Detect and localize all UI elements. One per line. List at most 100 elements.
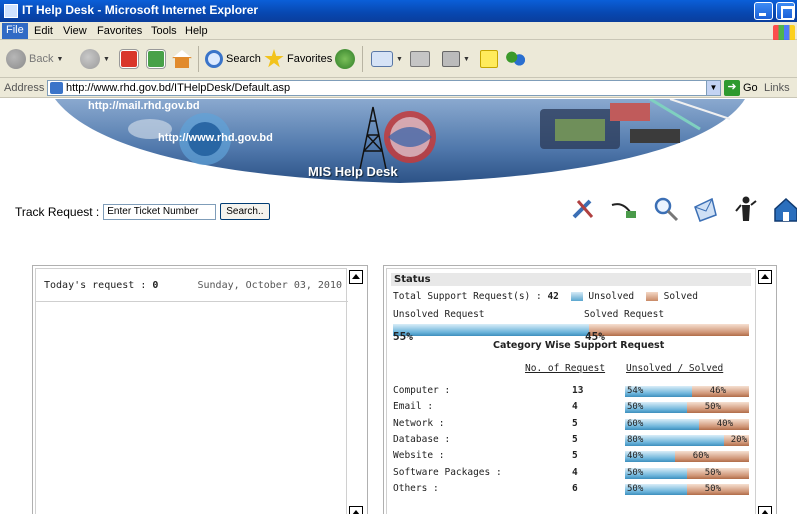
category-title: Category Wise Support Request [493, 340, 665, 351]
unsolved-percent: 55% [393, 330, 413, 343]
todays-request-label: Today's request : [44, 280, 147, 291]
menu-edit[interactable]: Edit [34, 25, 53, 37]
unsolved-percent-label: 80% [627, 435, 644, 445]
todays-request-label-group: Today's request : 0 [44, 280, 158, 296]
category-count: 5 [572, 418, 578, 429]
menu-file[interactable]: File [2, 23, 28, 39]
mail-icon [371, 51, 393, 67]
unsolved-percent-label: 50% [627, 484, 644, 494]
forward-arrow-icon [80, 49, 100, 69]
scroll-down-button[interactable] [758, 506, 772, 514]
go-button[interactable]: ➜ Go [724, 80, 758, 96]
printer-icon [410, 51, 430, 67]
category-count: 6 [572, 483, 578, 494]
scroll-down-button[interactable] [349, 506, 363, 514]
search-icon [205, 50, 223, 68]
window-title: IT Help Desk - Microsoft Internet Explor… [22, 3, 259, 17]
network-cable-icon[interactable] [610, 195, 638, 223]
ie-window-icon [4, 4, 18, 18]
site-url-text: http://www.rhd.gov.bd [158, 132, 273, 144]
category-count: 5 [572, 434, 578, 445]
solved-percent-label: 50% [704, 484, 721, 494]
unsolved-percent-label: 60% [627, 419, 644, 429]
minimize-button[interactable] [754, 2, 773, 20]
favorites-label: Favorites [287, 53, 333, 65]
unsolved-request-label: Unsolved Request [393, 309, 485, 320]
favorites-button[interactable]: Favorites [264, 48, 332, 70]
maximize-button[interactable] [776, 2, 795, 20]
scroll-up-button[interactable] [758, 270, 772, 284]
refresh-button[interactable] [147, 48, 165, 70]
todays-request-row: Today's request : 0 Sunday, October 03, … [44, 280, 342, 296]
toolbar: Back ▼ ▼ Search Favorites ▼ ▼ [0, 40, 797, 78]
category-ratio-bar: 80% 20% [625, 435, 749, 446]
help-person-icon[interactable] [732, 195, 760, 223]
magnifier-icon[interactable] [652, 195, 680, 223]
total-requests-row: Total Support Request(s) : 42 Unsolved S… [393, 291, 698, 302]
solved-request-label: Solved Request [584, 309, 665, 320]
menu-help[interactable]: Help [185, 25, 208, 37]
track-label: Track Request : [15, 204, 100, 219]
col-requests-header: No. of Request [525, 363, 606, 374]
history-button[interactable] [335, 48, 355, 70]
print-button[interactable] [410, 48, 430, 70]
edit-button[interactable]: ▼ [442, 48, 470, 70]
address-label: Address [4, 82, 45, 94]
toolbar-separator [198, 46, 199, 72]
todays-date: Sunday, October 03, 2010 [197, 280, 343, 291]
search-button[interactable]: Search [205, 48, 261, 70]
forward-button[interactable]: ▼ [80, 48, 110, 70]
status-heading: Status [391, 273, 751, 286]
back-button[interactable]: Back ▼ [6, 48, 63, 70]
unsolved-bar [393, 324, 589, 336]
category-name: Others : [393, 483, 439, 494]
category-ratio-bar: 50% 50% [625, 484, 749, 495]
links-label[interactable]: Links [764, 82, 790, 94]
banner: http://mail.rhd.gov.bd http://www.rhd.go… [0, 99, 797, 185]
back-arrow-icon [6, 49, 26, 69]
refresh-icon [147, 50, 165, 68]
page-icon [50, 82, 63, 94]
history-icon [335, 49, 355, 69]
dropdown-arrow-icon: ▼ [396, 55, 403, 63]
home-icon [172, 50, 192, 68]
tools-icon[interactable] [570, 195, 598, 223]
menu-view[interactable]: View [63, 25, 87, 37]
unsolved-legend-swatch [570, 292, 583, 301]
home-button[interactable] [172, 48, 192, 70]
unsolved-legend-label: Unsolved [588, 291, 635, 302]
scroll-up-button[interactable] [349, 270, 363, 284]
mail-send-icon[interactable] [692, 195, 720, 223]
address-input[interactable]: http://www.rhd.gov.bd/ITHelpDesk/Default… [47, 80, 721, 96]
category-ratio-bar: 50% 50% [625, 468, 749, 479]
banner-title: MIS Help Desk [308, 164, 398, 179]
mail-button[interactable]: ▼ [371, 48, 403, 70]
col-ratio-header: Unsolved / Solved [626, 363, 724, 374]
go-arrow-icon: ➜ [724, 80, 740, 96]
stop-button[interactable] [120, 48, 138, 70]
address-dropdown-icon[interactable]: ▼ [706, 81, 720, 95]
menu-tools[interactable]: Tools [151, 25, 177, 37]
star-icon [264, 49, 284, 68]
solved-percent-label: 20% [730, 435, 747, 445]
category-name: Software Packages : [393, 467, 502, 478]
todays-request-count: 0 [152, 280, 159, 291]
edit-icon [442, 51, 460, 67]
note-icon [480, 50, 498, 68]
menu-favorites[interactable]: Favorites [97, 25, 142, 37]
ticket-number-input[interactable] [103, 203, 217, 220]
status-frame: Status Total Support Request(s) : 42 Uns… [386, 268, 756, 514]
category-ratio-bar: 60% 40% [625, 419, 749, 430]
solved-legend-label: Solved [663, 291, 698, 302]
search-ticket-button[interactable]: Search.. [220, 203, 270, 220]
home-icon[interactable] [772, 195, 797, 223]
category-name: Email : [393, 401, 434, 412]
unsolved-percent-label: 40% [627, 451, 644, 461]
todays-request-frame: Today's request : 0 Sunday, October 03, … [35, 268, 348, 514]
mail-url-text: http://mail.rhd.gov.bd [88, 100, 200, 112]
unsolved-percent-label: 50% [627, 402, 644, 412]
discuss-button[interactable] [480, 48, 498, 70]
category-name: Computer : [393, 385, 451, 396]
solved-percent-label: 40% [716, 419, 733, 429]
messenger-button[interactable] [504, 48, 526, 70]
